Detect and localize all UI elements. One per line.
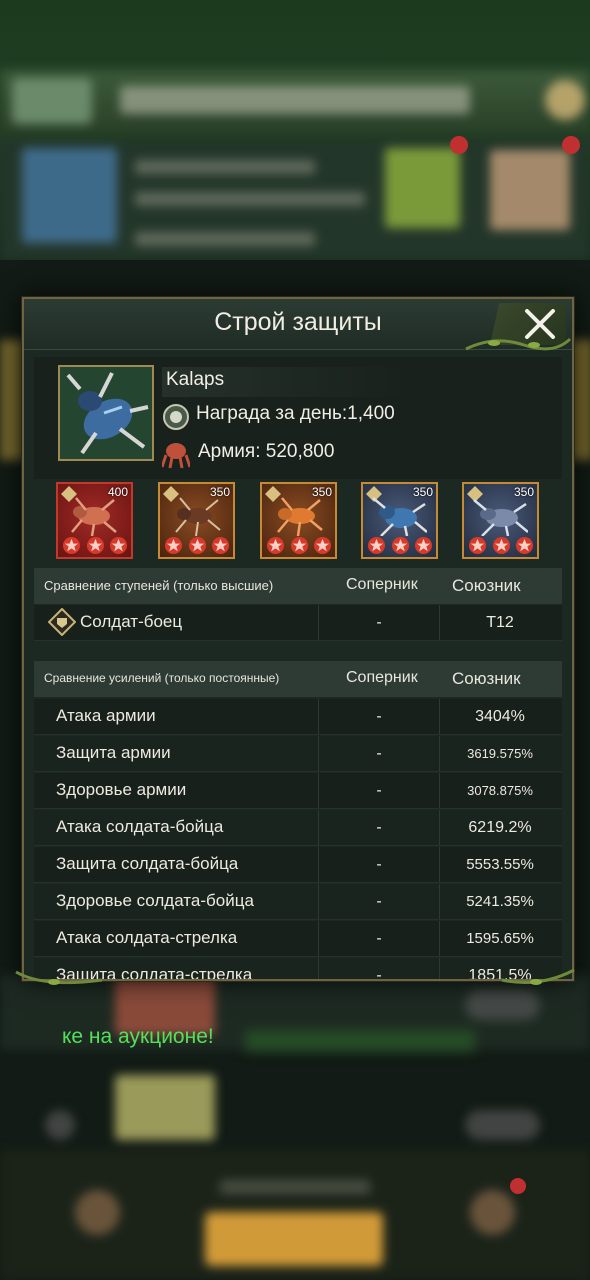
buff-rival-value: - bbox=[318, 736, 440, 771]
star-icon bbox=[290, 536, 308, 555]
player-name: Kalaps bbox=[166, 369, 225, 390]
buff-row: Атака армии - 3404% bbox=[34, 699, 562, 735]
buff-row: Здоровье армии - 3078.875% bbox=[34, 773, 562, 809]
buff-header-ally: Союзник bbox=[452, 669, 521, 688]
vine-decoration-icon bbox=[465, 337, 572, 351]
buff-ally-value: 5241.35% bbox=[466, 893, 534, 910]
star-icon bbox=[414, 536, 433, 555]
army-power: Армия: 520,800 bbox=[198, 441, 335, 462]
unit-card[interactable]: 400 bbox=[56, 482, 133, 559]
buff-name: Защита армии bbox=[56, 743, 171, 762]
star-icon bbox=[211, 536, 230, 555]
unit-card[interactable]: 350 bbox=[462, 482, 539, 559]
star-icon bbox=[391, 536, 409, 555]
spider-unit-icon bbox=[372, 497, 427, 536]
buff-name: Здоровье солдата-бойца bbox=[56, 891, 254, 910]
ant-unit-icon bbox=[175, 497, 221, 536]
buff-row: Здоровье солдата-бойца - 5241.35% bbox=[34, 884, 562, 920]
buff-table-header: Сравнение усилений (только постоянные) С… bbox=[34, 661, 562, 697]
buff-rival-value: - bbox=[318, 699, 440, 734]
tier-table-header: Сравнение ступеней (только высшие) Сопер… bbox=[34, 568, 562, 604]
star-icon bbox=[492, 536, 510, 555]
tier-unit-name: Солдат-боец bbox=[80, 612, 183, 631]
buff-ally-value: 6219.2% bbox=[468, 819, 532, 836]
vine-decoration-icon bbox=[15, 970, 103, 985]
soldier-tier-icon bbox=[48, 608, 76, 636]
ant-unit-icon bbox=[71, 497, 117, 536]
star-icon bbox=[188, 536, 206, 555]
buff-rival-value: - bbox=[318, 958, 440, 979]
buff-rival-value: - bbox=[318, 810, 440, 845]
star-icon bbox=[313, 536, 332, 555]
buff-ally-value: 3404% bbox=[475, 708, 525, 725]
buff-row: Защита армии - 3619.575% bbox=[34, 736, 562, 772]
army-icon bbox=[162, 443, 190, 469]
tier-ally-value: T12 bbox=[486, 614, 514, 631]
tier-row: Солдат-боец - T12 bbox=[34, 605, 562, 641]
buff-ally-value: 3078.875% bbox=[467, 783, 533, 798]
tier-header-title: Сравнение ступеней (только высшие) bbox=[44, 578, 274, 593]
unit-card[interactable]: 350 bbox=[260, 482, 337, 559]
buff-header-rival: Соперник bbox=[346, 669, 418, 686]
buff-name: Защита солдата-бойца bbox=[56, 854, 239, 873]
star-icon bbox=[86, 536, 104, 555]
tier-header-rival: Соперник bbox=[346, 576, 418, 593]
tier-rival-value: - bbox=[318, 605, 440, 640]
star-icon bbox=[164, 536, 183, 555]
daily-reward: Награда за день:1,400 bbox=[196, 403, 395, 424]
vine-decoration-icon bbox=[501, 968, 575, 985]
ant-unit-icon bbox=[277, 497, 323, 536]
tier-header-ally: Союзник bbox=[452, 576, 521, 595]
spider-unit-icon bbox=[473, 499, 528, 536]
buff-name: Атака солдата-бойца bbox=[56, 817, 224, 836]
buff-header-title: Сравнение усилений (только постоянные) bbox=[44, 671, 280, 685]
star-icon bbox=[109, 536, 128, 555]
star-icon bbox=[367, 536, 386, 555]
buff-name: Атака армии bbox=[56, 706, 156, 725]
buff-rival-value: - bbox=[318, 884, 440, 919]
unit-card[interactable]: 350 bbox=[361, 482, 438, 559]
auction-message: ке на аукционе! bbox=[62, 1025, 214, 1048]
buff-row: Атака солдата-бойца - 6219.2% bbox=[34, 810, 562, 846]
star-icon bbox=[62, 536, 81, 555]
star-icon bbox=[515, 536, 534, 555]
star-icon bbox=[468, 536, 487, 555]
buff-row: Защита солдата-стрелка - 1851.5% bbox=[34, 958, 562, 979]
buff-ally-value: 3619.575% bbox=[467, 746, 533, 761]
buff-ally-value: 1595.65% bbox=[466, 930, 534, 947]
buff-ally-value: 5553.55% bbox=[466, 856, 534, 873]
buff-name: Здоровье армии bbox=[56, 780, 187, 799]
player-avatar[interactable] bbox=[58, 365, 154, 461]
buff-rival-value: - bbox=[318, 773, 440, 808]
buff-name: Атака солдата-стрелка bbox=[56, 928, 238, 947]
spider-unit-icon bbox=[60, 367, 152, 459]
unit-card[interactable]: 350 bbox=[158, 482, 235, 559]
star-icon bbox=[266, 536, 285, 555]
buff-row: Защита солдата-бойца - 5553.55% bbox=[34, 847, 562, 883]
buff-rival-value: - bbox=[318, 921, 440, 956]
reward-icon bbox=[163, 404, 189, 430]
buff-row: Атака солдата-стрелка - 1595.65% bbox=[34, 921, 562, 957]
defense-formation-dialog: Строй защиты Kalaps Награда за день:1,40… bbox=[22, 297, 574, 981]
buff-rival-value: - bbox=[318, 847, 440, 882]
